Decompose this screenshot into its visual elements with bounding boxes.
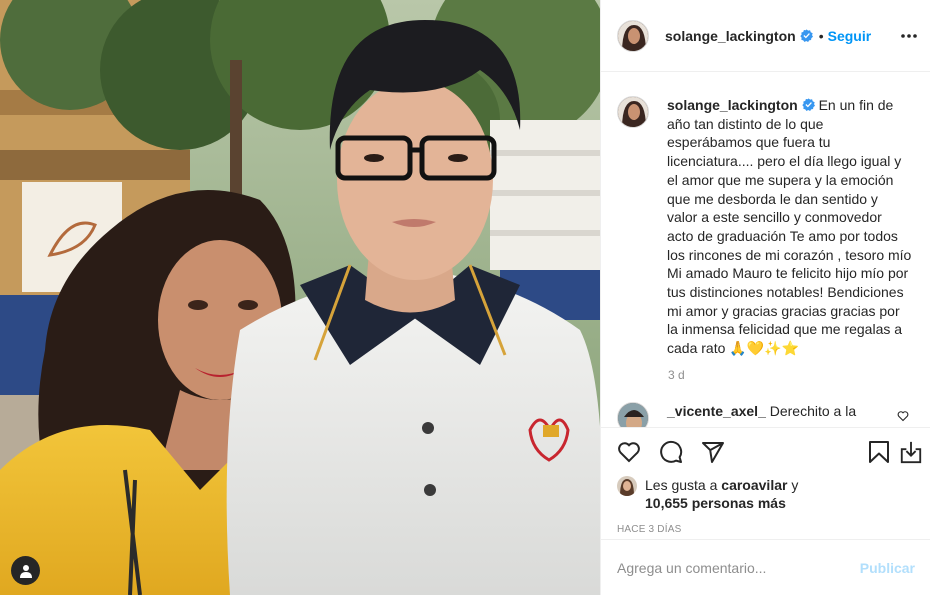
share-button[interactable]	[701, 440, 725, 464]
save-bookmark-icon	[869, 441, 889, 463]
add-comment-input[interactable]	[617, 559, 860, 576]
commenter-avatar[interactable]	[617, 401, 649, 427]
liker-avatar-image	[617, 476, 637, 496]
download-button[interactable]	[899, 440, 923, 464]
likes-prefix: Les gusta a	[645, 477, 718, 493]
post-timestamp[interactable]: Hace 3 días	[601, 524, 930, 535]
caption-body: En un fin de año tan distinto de lo que …	[667, 97, 912, 357]
likes-text: Les gusta a caroavilar y 10,655 personas…	[645, 476, 798, 512]
comments-list[interactable]: solange_lackington En un fin de año tan …	[601, 72, 930, 427]
more-options-button[interactable]	[897, 24, 921, 48]
commenter-username[interactable]: _vicente_axel_	[667, 403, 766, 419]
user-tag-button[interactable]	[11, 556, 40, 585]
caption-username[interactable]: solange_lackington	[667, 97, 798, 113]
follow-button[interactable]: Seguir	[828, 28, 872, 44]
likes-count-link[interactable]: 10,655 personas más	[645, 495, 786, 511]
comment-item: _vicente_axel_ Derechito a la	[617, 401, 915, 427]
verified-badge-icon	[802, 98, 815, 111]
verified-badge-icon	[800, 29, 813, 42]
caption-text: solange_lackington En un fin de año tan …	[667, 96, 912, 358]
post-caption: solange_lackington En un fin de año tan …	[617, 96, 915, 358]
publish-button[interactable]: Publicar	[860, 560, 915, 576]
author-username[interactable]: solange_lackington	[665, 28, 796, 44]
header-separator: •	[818, 27, 824, 44]
likes-summary: Les gusta a caroavilar y 10,655 personas…	[601, 476, 930, 512]
post-photo[interactable]	[0, 0, 600, 595]
add-comment-section: Publicar	[601, 539, 930, 595]
more-options-icon	[901, 34, 917, 38]
author-avatar[interactable]	[617, 19, 649, 52]
comment-like-icon	[897, 411, 909, 422]
caption-author-avatar-image	[618, 97, 648, 127]
post-header: solange_lackington • Seguir	[601, 0, 930, 72]
share-plane-icon	[702, 442, 724, 463]
comment-like-button[interactable]	[897, 409, 909, 425]
like-heart-icon	[618, 442, 640, 463]
author-avatar-image	[618, 20, 648, 51]
comment-body: Derechito a la	[769, 402, 857, 419]
post-sidebar: solange_lackington • Seguir solange_lack…	[600, 0, 930, 595]
like-button[interactable]	[617, 440, 641, 464]
action-icons	[601, 428, 930, 476]
save-button[interactable]	[867, 440, 891, 464]
caption-timestamp[interactable]: 3 d	[668, 368, 915, 382]
caption-author-avatar[interactable]	[617, 96, 649, 128]
post-photo-image	[0, 0, 600, 595]
liker-avatar[interactable]	[617, 476, 637, 496]
commenter-avatar-image	[618, 402, 648, 427]
comment-button[interactable]	[659, 440, 683, 464]
download-icon	[900, 441, 922, 464]
comment-bubble-icon	[660, 440, 683, 463]
comment-text: _vicente_axel_ Derechito a la	[667, 402, 892, 427]
likes-and: y	[791, 477, 799, 493]
user-tag-icon	[19, 564, 32, 578]
liker-username[interactable]: caroavilar	[721, 477, 787, 493]
